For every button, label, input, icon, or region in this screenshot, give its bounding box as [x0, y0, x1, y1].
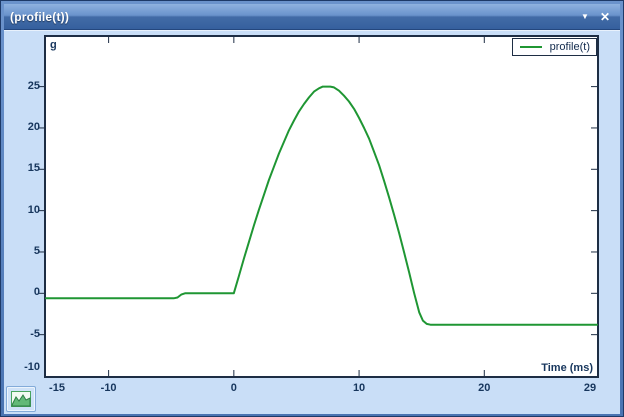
x-tick-label: 10	[342, 382, 376, 394]
y-tick-label: 25	[12, 80, 40, 92]
window-title: (profile(t))	[4, 10, 69, 24]
y-tick-label: 10	[12, 204, 40, 216]
y-tick-label: 20	[12, 121, 40, 133]
y-tick-label: -10	[12, 361, 40, 373]
x-tick-label: 20	[467, 382, 501, 394]
x-tick-label: -15	[40, 382, 74, 394]
plot-area[interactable]	[44, 35, 599, 378]
plot-window: (profile(t)) ▼ ✕ g Time (ms) -15-1001020…	[0, 0, 624, 417]
plot-panel: g Time (ms) -15-100102029 2520151050-5-1…	[4, 30, 620, 414]
window-menu-icon[interactable]: ▼	[576, 4, 594, 29]
y-tick-label: 15	[12, 162, 40, 174]
legend-entry-label[interactable]: profile(t)	[550, 40, 590, 54]
area-chart-icon	[11, 391, 31, 407]
plot-thumbnail-button[interactable]	[6, 386, 36, 412]
titlebar[interactable]: (profile(t)) ▼ ✕	[4, 4, 620, 30]
x-tick-label: 0	[217, 382, 251, 394]
x-tick-label: -10	[92, 382, 126, 394]
close-icon[interactable]: ✕	[596, 4, 614, 29]
x-axis-title-label: Time (ms)	[541, 362, 593, 374]
y-tick-label: 0	[12, 286, 40, 298]
legend[interactable]: profile(t)	[512, 38, 597, 56]
y-axis-unit-label: g	[50, 39, 57, 51]
legend-line-sample	[520, 46, 542, 48]
y-tick-label: 5	[12, 245, 40, 257]
x-tick-label: 29	[573, 382, 607, 394]
y-tick-label: -5	[12, 328, 40, 340]
